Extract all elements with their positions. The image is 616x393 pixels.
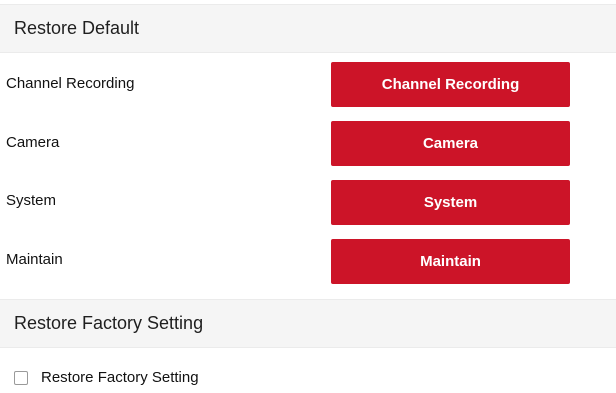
camera-button[interactable]: Camera	[331, 121, 570, 166]
camera-label: Camera	[6, 134, 60, 151]
system-label: System	[6, 192, 57, 209]
restore-factory-checkbox-label[interactable]: Restore Factory Setting	[41, 369, 199, 386]
system-button[interactable]: System	[331, 180, 570, 225]
maintain-button[interactable]: Maintain	[331, 239, 570, 284]
restore-factory-checkbox[interactable]	[14, 370, 28, 385]
restore-settings-page: Restore Default Channel Recording Channe…	[0, 0, 616, 393]
restore-factory-header: Restore Factory Setting	[0, 299, 616, 348]
restore-factory-checkbox-row[interactable]: Restore Factory Setting	[14, 369, 199, 386]
maintain-label: Maintain	[6, 251, 63, 268]
restore-default-header: Restore Default	[0, 4, 616, 53]
restore-default-title: Restore Default	[14, 18, 140, 38]
restore-factory-title: Restore Factory Setting	[14, 313, 204, 333]
channel-recording-button[interactable]: Channel Recording	[331, 62, 570, 107]
channel-recording-label: Channel Recording	[6, 75, 135, 92]
